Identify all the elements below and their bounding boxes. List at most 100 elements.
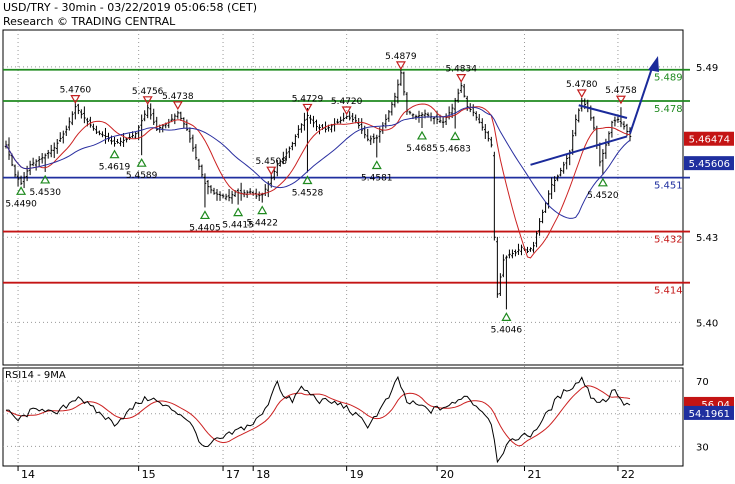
pivot-low-label: 5.4490 <box>5 199 37 209</box>
pivot-low-label: 5.4046 <box>491 325 523 335</box>
rsi-tick-label: 70 <box>696 377 709 388</box>
candle <box>98 130 101 136</box>
pivot-low-label: 5.4683 <box>439 145 471 155</box>
candle <box>417 110 421 123</box>
candle <box>194 144 198 160</box>
candle <box>541 209 544 224</box>
candle <box>188 127 192 143</box>
price-tag-blue: 5.45606 <box>689 159 730 170</box>
candle <box>562 161 565 174</box>
candle <box>22 172 26 189</box>
candle <box>616 116 620 123</box>
candle <box>499 273 502 296</box>
candle <box>529 247 532 252</box>
candle <box>477 114 481 124</box>
candle <box>167 118 171 129</box>
candle <box>306 107 309 173</box>
candle <box>444 113 448 125</box>
candle <box>565 154 568 170</box>
pivot-low-marker <box>416 130 428 140</box>
price-tick-label: 5.49 <box>696 63 718 74</box>
pivot-high-label: 5.4758 <box>605 86 637 96</box>
level-label: 5.478 <box>654 104 683 115</box>
candle <box>496 236 499 298</box>
pivot-high-marker <box>456 74 467 83</box>
candle <box>197 158 201 170</box>
candle <box>607 131 611 146</box>
pivot-high-marker <box>172 101 183 111</box>
candle <box>474 111 478 121</box>
candle <box>535 231 538 248</box>
candle <box>369 135 373 145</box>
pivot-low-label: 5.4581 <box>361 173 393 183</box>
candle <box>191 134 195 152</box>
candle <box>315 119 318 131</box>
pivot-low-label: 5.4520 <box>587 191 619 201</box>
candle <box>46 149 50 159</box>
rsi-ma-line <box>5 385 631 447</box>
x-tick-label: 17 <box>226 468 240 480</box>
chart-credit: Research © TRADING CENTRAL <box>3 15 176 28</box>
candle <box>297 125 300 139</box>
rsi-value-tag: 54.1961 <box>689 409 730 420</box>
candle <box>381 122 385 134</box>
candle <box>31 157 35 167</box>
price-tag-red: 5.46474 <box>689 135 730 146</box>
triangle-resistance-line <box>578 104 628 119</box>
pivot-low-label: 5.4530 <box>29 188 61 198</box>
candle <box>16 171 20 187</box>
chart-title: USD/TRY - 30min - 03/22/2019 05:06:58 (C… <box>3 1 257 14</box>
candle <box>236 188 240 205</box>
candle <box>101 131 104 138</box>
pivot-high-marker <box>576 89 587 99</box>
candle <box>13 164 17 178</box>
pivot-low-label: 5.4685 <box>406 144 438 154</box>
candle <box>526 246 529 254</box>
candle <box>200 164 204 178</box>
rsi-title: RSI14 - 9MA <box>5 370 66 381</box>
candle <box>490 136 493 148</box>
x-tick-label: 14 <box>21 468 35 480</box>
candle <box>248 188 252 195</box>
candle <box>574 114 578 137</box>
candle <box>577 108 581 123</box>
candle <box>25 165 29 182</box>
candle <box>122 133 125 147</box>
candle <box>176 110 180 119</box>
candle <box>68 117 71 131</box>
candle <box>61 130 65 144</box>
x-tick-label: 19 <box>350 468 364 480</box>
candle <box>402 71 406 96</box>
level-label: 5.432 <box>654 235 683 246</box>
pivot-high-label: 5.4834 <box>445 65 477 75</box>
candle <box>173 113 177 125</box>
candle <box>224 193 228 201</box>
candle <box>396 79 400 104</box>
candle <box>375 134 379 158</box>
candle <box>571 129 575 155</box>
candle <box>339 116 342 124</box>
candle <box>83 106 86 124</box>
pivot-high-label: 5.4720 <box>331 97 363 107</box>
candle <box>206 179 210 195</box>
pivot-high-label: 5.4738 <box>162 92 194 102</box>
candle <box>185 119 189 131</box>
chart-area: 5.495.435.4070503014151718192021225.4895… <box>0 0 735 481</box>
candle <box>291 141 294 151</box>
pivot-high-label: 5.4756 <box>132 87 164 97</box>
candle <box>294 134 297 147</box>
pivot-high-label: 5.4879 <box>385 52 417 62</box>
level-label: 5.451 <box>654 181 683 192</box>
pivot-low-marker <box>109 149 120 159</box>
candle <box>300 123 303 133</box>
candle <box>622 121 626 130</box>
rsi-tick-label: 30 <box>696 442 709 453</box>
candle <box>218 191 222 201</box>
chart-svg: 5.495.435.4070503014151718192021225.4895… <box>2 29 734 481</box>
price-tick-label: 5.40 <box>696 318 718 329</box>
candle <box>336 118 339 124</box>
breakout-arrow-head <box>648 56 659 72</box>
candle <box>288 146 291 159</box>
pivot-low-label: 5.4405 <box>189 223 221 233</box>
candle <box>52 142 56 159</box>
